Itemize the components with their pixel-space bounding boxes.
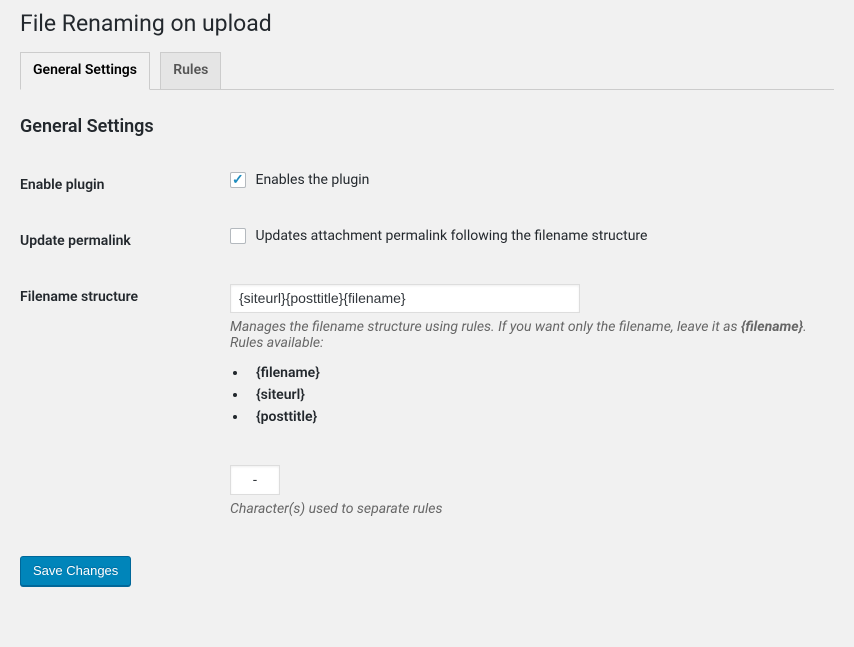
enable-plugin-checkbox[interactable] [230, 172, 246, 188]
section-title: General Settings [20, 116, 834, 137]
settings-form-table: Enable plugin Enables the plugin Update … [20, 157, 834, 532]
tab-rules[interactable]: Rules [160, 52, 221, 90]
rule-item: {posttitle} [248, 409, 824, 425]
save-button[interactable]: Save Changes [20, 556, 131, 586]
submit-row: Save Changes [20, 556, 834, 586]
update-permalink-checkbox-label: Updates attachment permalink following t… [255, 228, 647, 244]
enable-plugin-label: Enable plugin [20, 157, 220, 213]
update-permalink-row[interactable]: Updates attachment permalink following t… [230, 228, 647, 244]
separator-input[interactable] [230, 465, 280, 495]
tabs-wrapper: General Settings Rules [20, 43, 834, 90]
rule-item: {filename} [248, 365, 824, 381]
enable-plugin-row[interactable]: Enables the plugin [230, 172, 369, 188]
page-title: File Renaming on upload [20, 0, 834, 43]
separator-description: Character(s) used to separate rules [230, 501, 824, 517]
update-permalink-label: Update permalink [20, 213, 220, 269]
tab-general-settings[interactable]: General Settings [20, 52, 150, 90]
rule-item: {siteurl} [248, 387, 824, 403]
enable-plugin-checkbox-label: Enables the plugin [255, 172, 369, 188]
filename-structure-input[interactable] [230, 284, 580, 314]
filename-structure-label: Filename structure [20, 269, 220, 532]
update-permalink-checkbox[interactable] [230, 228, 246, 244]
rules-list: {filename} {siteurl} {posttitle} [248, 365, 824, 425]
filename-structure-description: Manages the filename structure using rul… [230, 319, 824, 351]
